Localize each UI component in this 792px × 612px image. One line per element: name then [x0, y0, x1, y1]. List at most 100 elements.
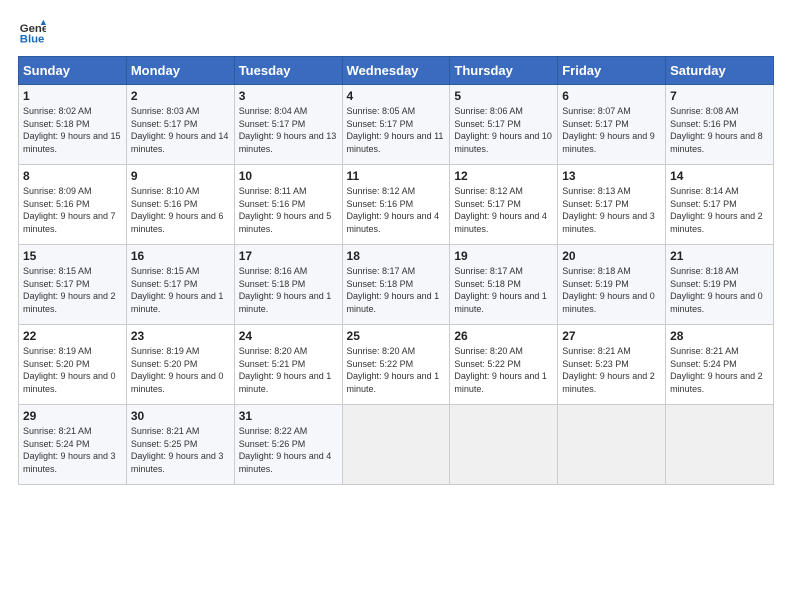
header-monday: Monday [126, 57, 234, 85]
table-row: 12 Sunrise: 8:12 AMSunset: 5:17 PMDayligh… [450, 165, 558, 245]
cell-text: Sunrise: 8:09 AMSunset: 5:16 PMDaylight:… [23, 185, 122, 235]
day-number: 31 [239, 409, 338, 423]
table-row: 24 Sunrise: 8:20 AMSunset: 5:21 PMDayligh… [234, 325, 342, 405]
day-number: 26 [454, 329, 553, 343]
header-tuesday: Tuesday [234, 57, 342, 85]
day-number: 17 [239, 249, 338, 263]
cell-text: Sunrise: 8:22 AMSunset: 5:26 PMDaylight:… [239, 425, 338, 475]
logo-icon: General Blue [18, 18, 46, 46]
calendar-body: 1 Sunrise: 8:02 AMSunset: 5:18 PMDaylight… [19, 85, 774, 485]
table-row: 10Sunrise: 8:11 AMSunset: 5:16 PMDayligh… [234, 165, 342, 245]
table-row: 17 Sunrise: 8:16 AMSunset: 5:18 PMDayligh… [234, 245, 342, 325]
day-number: 23 [131, 329, 230, 343]
calendar-week-4: 29 Sunrise: 8:21 AMSunset: 5:24 PMDayligh… [19, 405, 774, 485]
cell-text: Sunrise: 8:15 AMSunset: 5:17 PMDaylight:… [131, 265, 230, 315]
cell-text: Sunrise: 8:20 AMSunset: 5:22 PMDaylight:… [347, 345, 446, 395]
cell-text: Sunrise: 8:21 AMSunset: 5:24 PMDaylight:… [23, 425, 122, 475]
table-row: 31 Sunrise: 8:22 AMSunset: 5:26 PMDayligh… [234, 405, 342, 485]
calendar-page: General Blue SundayMondayTuesdayWednesda… [0, 0, 792, 612]
day-number: 3 [239, 89, 338, 103]
table-row: 13 Sunrise: 8:13 AMSunset: 5:17 PMDayligh… [558, 165, 666, 245]
table-row: 3 Sunrise: 8:04 AMSunset: 5:17 PMDaylight… [234, 85, 342, 165]
day-number: 20 [562, 249, 661, 263]
table-row: 28Sunrise: 8:21 AMSunset: 5:24 PMDayligh… [666, 325, 774, 405]
table-row: 25 Sunrise: 8:20 AMSunset: 5:22 PMDayligh… [342, 325, 450, 405]
day-number: 12 [454, 169, 553, 183]
cell-text: Sunrise: 8:20 AMSunset: 5:21 PMDaylight:… [239, 345, 338, 395]
cell-text: Sunrise: 8:18 AMSunset: 5:19 PMDaylight:… [562, 265, 661, 315]
cell-text: Sunrise: 8:12 AMSunset: 5:17 PMDaylight:… [454, 185, 553, 235]
day-number: 8 [23, 169, 122, 183]
calendar-table: SundayMondayTuesdayWednesdayThursdayFrid… [18, 56, 774, 485]
table-row: 6 Sunrise: 8:07 AMSunset: 5:17 PMDaylight… [558, 85, 666, 165]
cell-text: Sunrise: 8:19 AMSunset: 5:20 PMDaylight:… [23, 345, 122, 395]
table-row: 11 Sunrise: 8:12 AMSunset: 5:16 PMDayligh… [342, 165, 450, 245]
cell-text: Sunrise: 8:15 AMSunset: 5:17 PMDaylight:… [23, 265, 122, 315]
table-row: 1 Sunrise: 8:02 AMSunset: 5:18 PMDaylight… [19, 85, 127, 165]
cell-text: Sunrise: 8:19 AMSunset: 5:20 PMDaylight:… [131, 345, 230, 395]
cell-text: Sunrise: 8:06 AMSunset: 5:17 PMDaylight:… [454, 105, 553, 155]
table-row: 29 Sunrise: 8:21 AMSunset: 5:24 PMDayligh… [19, 405, 127, 485]
table-row [342, 405, 450, 485]
table-row: 20 Sunrise: 8:18 AMSunset: 5:19 PMDayligh… [558, 245, 666, 325]
logo: General Blue [18, 18, 50, 46]
svg-text:Blue: Blue [20, 34, 45, 46]
cell-text: Sunrise: 8:21 AMSunset: 5:25 PMDaylight:… [131, 425, 230, 475]
day-number: 25 [347, 329, 446, 343]
table-row: 16 Sunrise: 8:15 AMSunset: 5:17 PMDayligh… [126, 245, 234, 325]
day-number: 11 [347, 169, 446, 183]
day-number: 6 [562, 89, 661, 103]
header-thursday: Thursday [450, 57, 558, 85]
cell-text: Sunrise: 8:13 AMSunset: 5:17 PMDaylight:… [562, 185, 661, 235]
table-row: 2 Sunrise: 8:03 AMSunset: 5:17 PMDaylight… [126, 85, 234, 165]
cell-text: Sunrise: 8:03 AMSunset: 5:17 PMDaylight:… [131, 105, 230, 155]
day-number: 18 [347, 249, 446, 263]
table-row [666, 405, 774, 485]
day-number: 27 [562, 329, 661, 343]
day-number: 24 [239, 329, 338, 343]
cell-text: Sunrise: 8:05 AMSunset: 5:17 PMDaylight:… [347, 105, 446, 155]
calendar-week-0: 1 Sunrise: 8:02 AMSunset: 5:18 PMDaylight… [19, 85, 774, 165]
cell-text: Sunrise: 8:02 AMSunset: 5:18 PMDaylight:… [23, 105, 122, 155]
cell-text: Sunrise: 8:17 AMSunset: 5:18 PMDaylight:… [454, 265, 553, 315]
day-number: 4 [347, 89, 446, 103]
table-row: 4 Sunrise: 8:05 AMSunset: 5:17 PMDaylight… [342, 85, 450, 165]
cell-text: Sunrise: 8:21 AMSunset: 5:23 PMDaylight:… [562, 345, 661, 395]
table-row: 22 Sunrise: 8:19 AMSunset: 5:20 PMDayligh… [19, 325, 127, 405]
cell-text: Sunrise: 8:08 AMSunset: 5:16 PMDaylight:… [670, 105, 769, 155]
day-number: 10 [239, 169, 338, 183]
cell-text: Sunrise: 8:04 AMSunset: 5:17 PMDaylight:… [239, 105, 338, 155]
header-wednesday: Wednesday [342, 57, 450, 85]
day-number: 5 [454, 89, 553, 103]
cell-text: Sunrise: 8:12 AMSunset: 5:16 PMDaylight:… [347, 185, 446, 235]
header: General Blue [18, 18, 774, 46]
day-number: 29 [23, 409, 122, 423]
day-number: 21 [670, 249, 769, 263]
cell-text: Sunrise: 8:20 AMSunset: 5:22 PMDaylight:… [454, 345, 553, 395]
header-saturday: Saturday [666, 57, 774, 85]
table-row: 27 Sunrise: 8:21 AMSunset: 5:23 PMDayligh… [558, 325, 666, 405]
header-sunday: Sunday [19, 57, 127, 85]
day-number: 13 [562, 169, 661, 183]
calendar-week-2: 15Sunrise: 8:15 AMSunset: 5:17 PMDayligh… [19, 245, 774, 325]
day-number: 9 [131, 169, 230, 183]
cell-text: Sunrise: 8:07 AMSunset: 5:17 PMDaylight:… [562, 105, 661, 155]
table-row: 18Sunrise: 8:17 AMSunset: 5:18 PMDayligh… [342, 245, 450, 325]
day-number: 2 [131, 89, 230, 103]
day-number: 1 [23, 89, 122, 103]
table-row: 15Sunrise: 8:15 AMSunset: 5:17 PMDayligh… [19, 245, 127, 325]
day-number: 16 [131, 249, 230, 263]
table-row [558, 405, 666, 485]
day-number: 30 [131, 409, 230, 423]
table-row: 7 Sunrise: 8:08 AMSunset: 5:16 PMDaylight… [666, 85, 774, 165]
table-row: 8 Sunrise: 8:09 AMSunset: 5:16 PMDaylight… [19, 165, 127, 245]
cell-text: Sunrise: 8:16 AMSunset: 5:18 PMDaylight:… [239, 265, 338, 315]
table-row: 14Sunrise: 8:14 AMSunset: 5:17 PMDayligh… [666, 165, 774, 245]
day-number: 22 [23, 329, 122, 343]
table-row: 19Sunrise: 8:17 AMSunset: 5:18 PMDayligh… [450, 245, 558, 325]
day-number: 28 [670, 329, 769, 343]
header-friday: Friday [558, 57, 666, 85]
day-number: 14 [670, 169, 769, 183]
day-number: 7 [670, 89, 769, 103]
calendar-header-row: SundayMondayTuesdayWednesdayThursdayFrid… [19, 57, 774, 85]
